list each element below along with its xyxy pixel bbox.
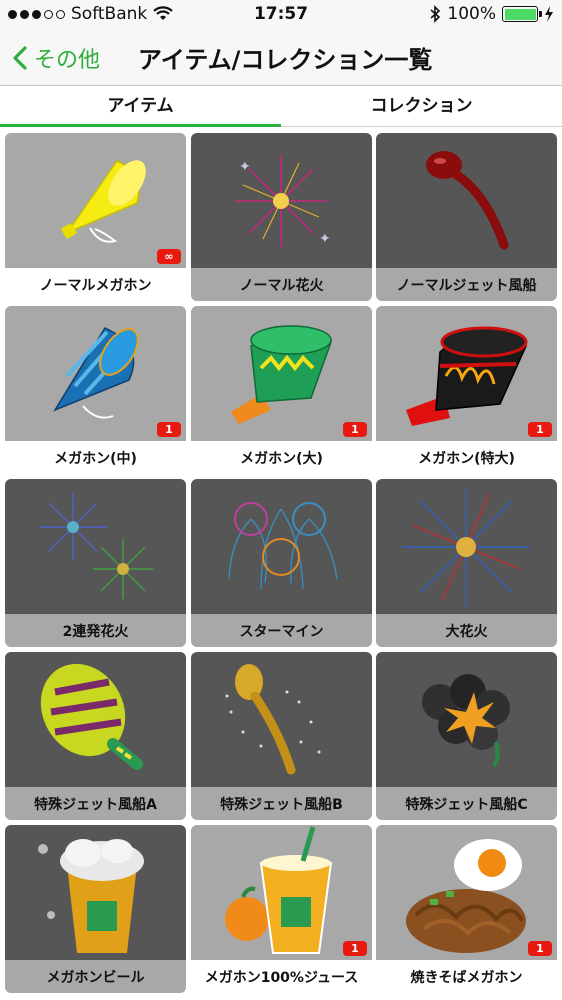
item-card[interactable]: スターマイン [191,479,372,647]
double-firework-icon [39,493,153,599]
item-card[interactable]: メガホン(特大) 1 [376,306,557,474]
active-tab-indicator [0,124,281,127]
item-count-badge: 1 [528,422,552,437]
item-name: メガホン(大) [191,441,372,474]
juice-cup-icon [225,826,333,954]
back-button[interactable]: その他 [12,38,100,78]
item-card[interactable]: メガホン(中) 1 [5,306,186,474]
item-name: 特殊ジェット風船A [5,787,186,820]
jet-balloon-black-icon [422,674,510,768]
item-name: 2連発花火 [5,614,186,647]
megaphone-yellow-icon [61,160,146,243]
item-thumbnail [376,306,557,441]
battery-icon [502,6,542,22]
item-name: メガホン(中) [5,441,186,474]
tab-items[interactable]: アイテム [0,87,281,127]
item-name: 特殊ジェット風船B [191,787,372,820]
item-name: メガホン100%ジュース [191,960,372,993]
item-count-badge: 1 [343,941,367,956]
item-count-badge: 1 [157,422,181,437]
item-name: 大花火 [376,614,557,647]
item-thumbnail [191,652,372,787]
svg-text:✦: ✦ [239,159,251,175]
item-thumbnail [5,825,186,960]
item-card[interactable]: ✦ ✦ ノーマル花火 [191,133,372,301]
item-name: ノーマルメガホン [5,268,186,301]
page-title: アイテム/コレクション一覧 [138,46,433,74]
item-name: メガホン(特大) [376,441,557,474]
beer-cup-icon [38,839,144,953]
yakisoba-icon [406,839,526,953]
item-thumbnail [376,133,557,268]
item-thumbnail [191,825,372,960]
item-thumbnail [376,479,557,614]
segment-tabs: アイテム コレクション [0,87,562,127]
navigation-bar: その他 アイテム/コレクション一覧 [0,30,562,86]
back-button-label: その他 [34,48,101,73]
firework-icon: ✦ ✦ [235,155,331,247]
status-bar: SoftBank 17:57 100% [0,0,562,30]
item-name: 特殊ジェット風船C [376,787,557,820]
item-name: メガホンビール [5,960,186,993]
starmine-firework-icon [228,502,338,590]
status-right: 100% [429,4,554,24]
item-card[interactable]: メガホンビール [5,825,186,993]
jet-balloon-striped-icon [40,663,143,770]
item-card[interactable]: メガホン(大) 1 [191,306,372,474]
megaphone-green-icon [231,325,332,424]
item-thumbnail [5,479,186,614]
item-thumbnail [5,306,186,441]
item-thumbnail [376,652,557,787]
item-card[interactable]: ノーマルメガホン ∞ [5,133,186,301]
battery-percent: 100% [447,4,496,24]
item-name: 焼きそばメガホン [376,960,557,993]
item-thumbnail [5,133,186,268]
item-card[interactable]: 特殊ジェット風船A [5,652,186,820]
item-name: ノーマル花火 [191,268,372,301]
chevron-left-icon [13,46,27,70]
bluetooth-icon [430,5,441,23]
item-thumbnail [191,306,372,441]
item-card[interactable]: 2連発花火 [5,479,186,647]
megaphone-black-icon [406,326,528,426]
item-count-badge: ∞ [157,249,181,264]
tab-collection[interactable]: コレクション [281,87,562,127]
item-card[interactable]: 大花火 [376,479,557,647]
item-name: ノーマルジェット風船 [376,268,557,301]
item-card[interactable]: 特殊ジェット風船B [191,652,372,820]
item-card[interactable]: 特殊ジェット風船C [376,652,557,820]
item-grid: ノーマルメガホン ∞ ✦ ✦ ノーマル花火 ノーマルジェット風船 メガホン(中)… [0,128,562,1000]
item-count-badge: 1 [528,941,552,956]
item-thumbnail [376,825,557,960]
jet-balloon-gold-icon [225,664,321,775]
megaphone-blue-icon [53,327,139,419]
item-card[interactable]: メガホン100%ジュース 1 [191,825,372,993]
big-firework-icon [402,487,530,607]
svg-text:✦: ✦ [319,231,331,247]
jet-balloon-red-icon [426,151,509,250]
item-card[interactable]: ノーマルジェット風船 [376,133,557,301]
charging-icon [545,6,553,22]
item-thumbnail: ✦ ✦ [191,133,372,268]
item-name: スターマイン [191,614,372,647]
item-card[interactable]: 焼きそばメガホン 1 [376,825,557,993]
item-count-badge: 1 [343,422,367,437]
item-thumbnail [5,652,186,787]
item-thumbnail [191,479,372,614]
